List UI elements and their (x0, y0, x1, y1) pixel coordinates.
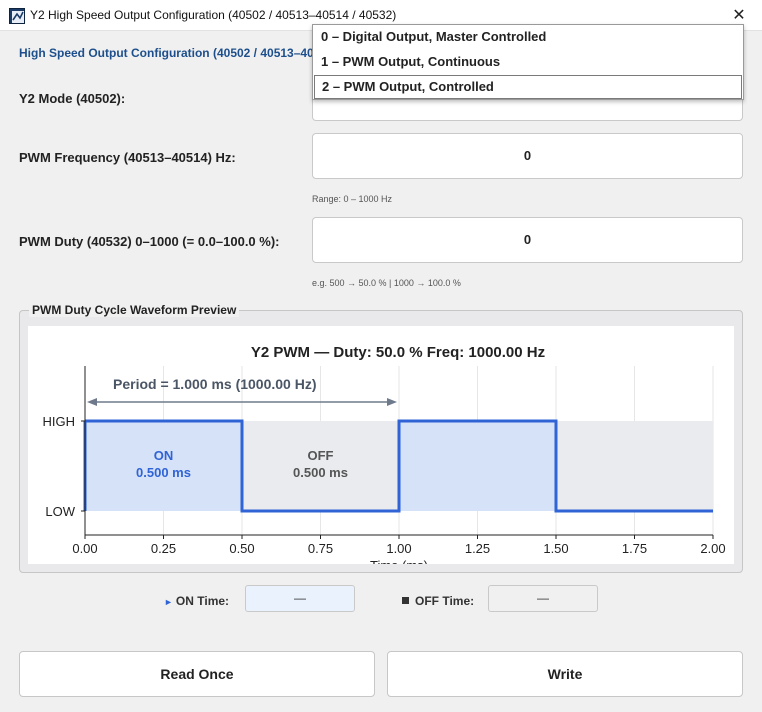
play-triangle-icon: ► (164, 597, 173, 607)
duty-hint: e.g. 500 → 50.0 % | 1000 → 100.0 % (312, 278, 461, 288)
window-title: Y2 High Speed Output Configuration (4050… (30, 8, 397, 22)
y-tick-label: LOW (45, 504, 75, 519)
mode-option-1[interactable]: 1 – PWM Output, Continuous (314, 51, 742, 75)
duty-label: PWM Duty (40532) 0–1000 (= 0.0–100.0 %): (19, 234, 280, 249)
on-region (399, 421, 556, 511)
mode-label: Y2 Mode (40502): (19, 91, 126, 106)
mode-option-2[interactable]: 2 – PWM Output, Controlled (314, 75, 742, 99)
off-time-value: — (488, 585, 598, 612)
off-time-label: OFF Time: (402, 594, 474, 608)
app-icon (9, 8, 25, 24)
x-tick-label: 1.25 (465, 541, 490, 556)
frequency-input[interactable]: 0 (312, 133, 743, 179)
x-tick-label: 0.50 (229, 541, 254, 556)
read-once-button[interactable]: Read Once (19, 651, 375, 697)
waveform-chart: 0.00 0.25 0.50 0.75 1.00 1.25 1.50 1.75 2.00 Time… (43, 344, 726, 564)
on-time-label-text: ON Time: (175, 594, 230, 608)
mode-option-0[interactable]: 0 – Digital Output, Master Controlled (314, 26, 742, 50)
x-tick-label: 0.00 (72, 541, 97, 556)
x-tick-label: 0.25 (151, 541, 176, 556)
waveform-plot: 0.00 0.25 0.50 0.75 1.00 1.25 1.50 1.75 2.00 Time… (28, 326, 734, 564)
square-icon (402, 597, 409, 604)
on-duration-label: 0.500 ms (136, 465, 191, 480)
duty-input[interactable]: 0 (312, 217, 743, 263)
x-tick-label: 0.75 (308, 541, 333, 556)
waveform-group-title: PWM Duty Cycle Waveform Preview (29, 303, 240, 317)
off-label: OFF (308, 448, 334, 463)
chart-title: Y2 PWM — Duty: 50.0 % Freq: 1000.00 Hz (251, 344, 545, 361)
mode-combobox[interactable] (312, 100, 743, 121)
x-tick-label: 2.00 (700, 541, 725, 556)
write-button[interactable]: Write (387, 651, 743, 697)
x-axis-label: Time (ms) (370, 558, 428, 564)
section-header: High Speed Output Configuration (40502 /… (19, 46, 314, 60)
on-time-label: ► ON Time: (164, 594, 229, 608)
on-label: ON (154, 448, 174, 463)
x-tick-label: 1.00 (386, 541, 411, 556)
period-arrow-right-head (387, 398, 397, 406)
frequency-label: PWM Frequency (40513–40514) Hz: (19, 150, 236, 165)
period-arrow-left-head (87, 398, 97, 406)
x-tick-label: 1.50 (543, 541, 568, 556)
period-annotation: Period = 1.000 ms (1000.00 Hz) (113, 376, 317, 392)
x-tick-label: 1.75 (622, 541, 647, 556)
off-time-label-text: OFF Time: (415, 594, 475, 608)
close-icon: ✕ (732, 7, 746, 24)
off-duration-label: 0.500 ms (293, 465, 348, 480)
y-tick-label: HIGH (43, 414, 76, 429)
frequency-hint: Range: 0 – 1000 Hz (312, 194, 393, 204)
mode-dropdown-list[interactable]: 0 – Digital Output, Master Controlled 1 … (312, 24, 744, 100)
on-time-value: — (245, 585, 355, 612)
